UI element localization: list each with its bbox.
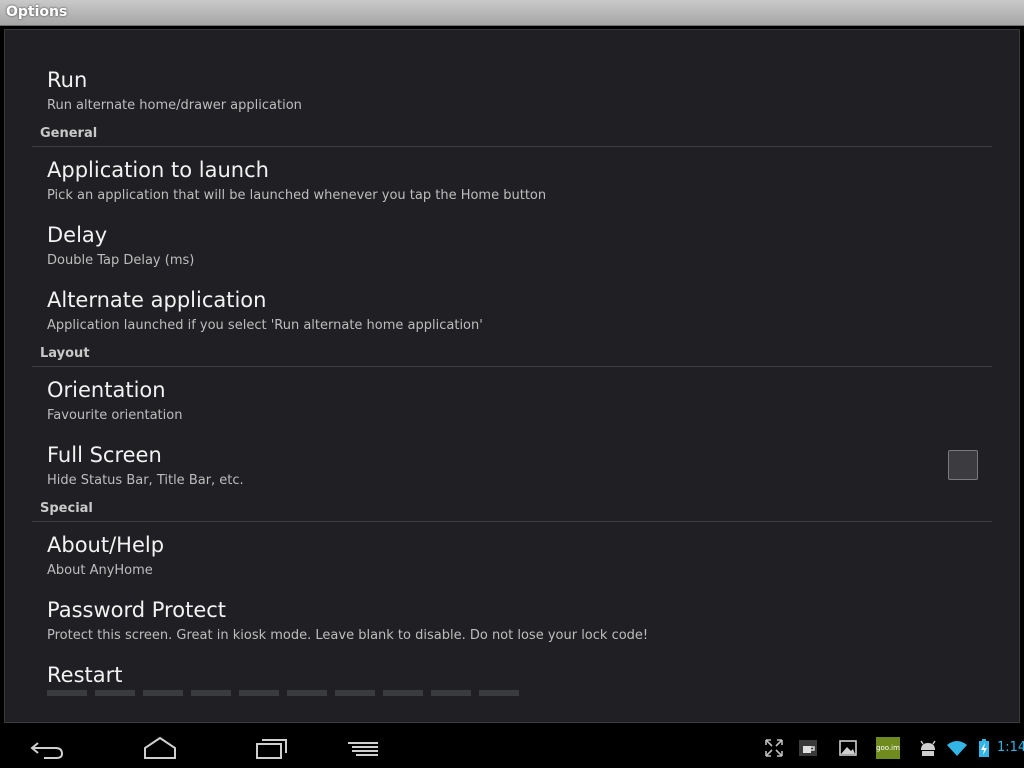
section-special: Special xyxy=(32,499,992,522)
pref-title: Restart xyxy=(47,663,123,687)
android-debug-icon xyxy=(920,740,936,756)
pref-summary: Application launched if you select 'Run … xyxy=(47,318,483,333)
pref-summary: Run alternate home/drawer application xyxy=(47,98,302,113)
fullscreen-icon[interactable] xyxy=(764,738,784,758)
pref-title: Application to launch xyxy=(47,158,269,182)
wifi-icon xyxy=(947,741,967,756)
pref-title: Delay xyxy=(47,223,108,247)
pref-summary: Hide Status Bar, Title Bar, etc. xyxy=(47,473,244,488)
preferences-list[interactable]: Run Run alternate home/drawer applicatio… xyxy=(4,29,1020,723)
status-clock: 1:14 xyxy=(997,740,1024,755)
window-titlebar: Options xyxy=(0,0,1024,26)
coffee-cup-icon xyxy=(799,740,817,756)
pref-title: Orientation xyxy=(47,378,166,402)
section-label: Special xyxy=(40,501,93,516)
pref-title: Password Protect xyxy=(47,598,227,622)
pref-password-protect[interactable]: Password Protect Protect this screen. Gr… xyxy=(47,598,987,658)
section-general: General xyxy=(32,124,992,147)
pref-application-to-launch[interactable]: Application to launch Pick an applicatio… xyxy=(47,158,987,218)
section-label: Layout xyxy=(40,346,90,361)
home-icon[interactable] xyxy=(140,734,180,762)
pref-about-help[interactable]: About/Help About AnyHome xyxy=(47,533,987,593)
pref-full-screen[interactable]: Full Screen Hide Status Bar, Title Bar, … xyxy=(47,443,987,503)
system-navbar: goo.im 1:14 xyxy=(0,728,1024,768)
window-title: Options xyxy=(6,4,68,20)
pref-summary: Pick an application that will be launche… xyxy=(47,188,547,203)
clipped-summary-text xyxy=(47,690,527,696)
pref-alternate-application[interactable]: Alternate application Application launch… xyxy=(47,288,987,348)
recent-apps-icon[interactable] xyxy=(252,734,292,762)
pref-summary: Favourite orientation xyxy=(47,408,183,423)
pref-delay[interactable]: Delay Double Tap Delay (ms) xyxy=(47,223,987,283)
section-label: General xyxy=(40,126,98,141)
back-icon[interactable] xyxy=(28,734,68,762)
pref-title: Full Screen xyxy=(47,443,162,467)
pref-title: About/Help xyxy=(47,533,165,557)
pref-title: Run xyxy=(47,68,88,92)
menu-icon[interactable] xyxy=(344,734,384,762)
pref-orientation[interactable]: Orientation Favourite orientation xyxy=(47,378,987,438)
pref-title: Alternate application xyxy=(47,288,267,312)
section-layout: Layout xyxy=(32,344,992,367)
pref-run[interactable]: Run Run alternate home/drawer applicatio… xyxy=(47,68,987,128)
full-screen-checkbox[interactable] xyxy=(948,450,978,480)
goo-im-notification: goo.im xyxy=(876,737,900,759)
gallery-image-icon xyxy=(839,740,857,756)
battery-charging-icon xyxy=(979,739,989,757)
pref-summary: Protect this screen. Great in kiosk mode… xyxy=(47,628,649,643)
pref-summary: About AnyHome xyxy=(47,563,153,578)
pref-summary: Double Tap Delay (ms) xyxy=(47,253,195,268)
